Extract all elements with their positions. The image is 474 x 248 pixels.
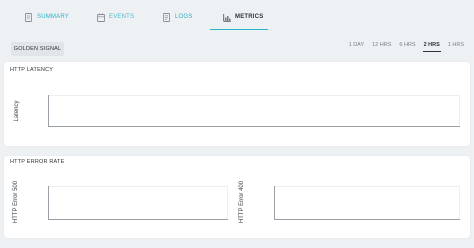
error-500-axis-label: HTTP Error 500	[13, 180, 19, 224]
error-400-chart	[274, 186, 460, 220]
tab-logs[interactable]: LOGS	[163, 13, 192, 30]
tab-events[interactable]: EVENTS	[97, 13, 134, 30]
tab-bar: SUMMARY EVENTS LOGS METRICS	[0, 0, 474, 30]
bar-chart-icon	[223, 14, 231, 22]
metrics-controls: GOLDEN SIGNAL 1 DAY 12 HRS 6 HRS 2 HRS 1…	[0, 34, 474, 60]
tab-metrics[interactable]: METRICS	[210, 13, 268, 30]
range-1-day[interactable]: 1 DAY	[348, 42, 366, 52]
tab-summary-label: SUMMARY	[37, 14, 69, 20]
error-500-chart	[48, 186, 228, 220]
http-latency-panel: HTTP LATENCY Latency	[4, 62, 470, 146]
summary-document-icon	[25, 13, 32, 22]
tab-events-label: EVENTS	[109, 14, 135, 20]
logs-file-icon	[163, 13, 170, 22]
range-12-hrs[interactable]: 12 HRS	[371, 42, 392, 52]
http-latency-title: HTTP LATENCY	[10, 67, 54, 73]
range-6-hrs[interactable]: 6 HRS	[398, 42, 416, 52]
latency-axis-label: Latency	[14, 100, 20, 122]
golden-signal-button[interactable]: GOLDEN SIGNAL	[11, 42, 64, 56]
calendar-icon	[97, 13, 105, 22]
http-error-rate-panel: HTTP ERROR RATE HTTP Error 500 HTTP Erro…	[4, 156, 470, 238]
range-1-hrs[interactable]: 1 HRS	[447, 42, 465, 52]
http-error-rate-title: HTTP ERROR RATE	[10, 159, 65, 165]
tab-summary[interactable]: SUMMARY	[25, 13, 69, 30]
range-2-hrs[interactable]: 2 HRS	[422, 42, 441, 52]
error-400-axis-label: HTTP Error 400	[239, 180, 245, 224]
tab-metrics-label: METRICS	[235, 14, 264, 20]
tab-logs-label: LOGS	[175, 14, 193, 20]
time-range-selector: 1 DAY 12 HRS 6 HRS 2 HRS 1 HRS	[348, 42, 465, 52]
latency-chart	[48, 95, 460, 127]
